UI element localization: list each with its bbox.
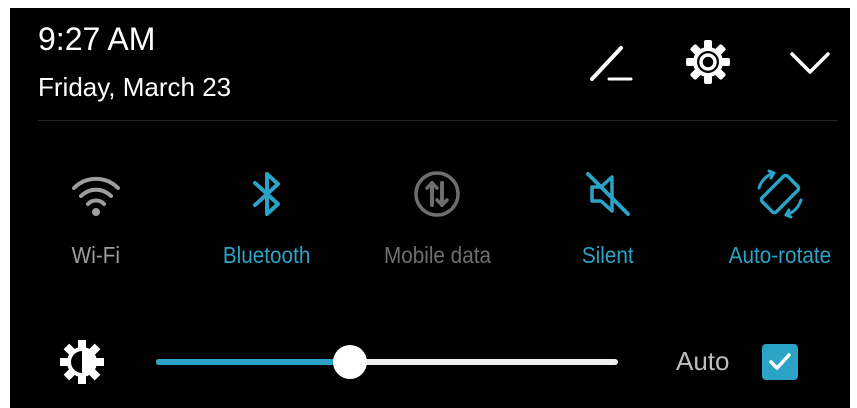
tile-bluetooth[interactable]: Bluetooth xyxy=(202,166,332,286)
tile-silent[interactable]: Silent xyxy=(558,166,658,286)
collapse-button[interactable] xyxy=(784,36,836,88)
silent-icon xyxy=(580,166,636,222)
checkmark-icon xyxy=(769,353,791,370)
settings-button[interactable] xyxy=(682,36,734,88)
pencil-edit-icon xyxy=(590,46,633,81)
brightness-slider-fill xyxy=(156,359,351,365)
mobile-data-icon xyxy=(409,166,465,222)
tile-label: Wi-Fi xyxy=(71,242,121,268)
tile-label: Silent xyxy=(582,242,634,268)
tile-auto-rotate[interactable]: Auto-rotate xyxy=(715,166,845,286)
tile-wifi[interactable]: Wi-Fi xyxy=(36,166,156,286)
tile-label: Mobile data xyxy=(383,242,491,268)
auto-brightness-label: Auto xyxy=(676,346,730,376)
bluetooth-icon xyxy=(239,166,295,222)
brightness-slider[interactable] xyxy=(156,345,618,379)
auto-brightness-checkbox[interactable] xyxy=(762,344,798,380)
edit-button[interactable] xyxy=(584,36,636,88)
notification-shade: 9:27 AM Friday, March 23 Wi-Fi Bluetooth… xyxy=(10,8,850,408)
header-divider xyxy=(38,120,838,121)
brightness-row: Auto xyxy=(10,330,850,394)
brightness-icon xyxy=(60,340,104,384)
gear-icon xyxy=(686,40,730,84)
brightness-slider-thumb[interactable] xyxy=(333,345,368,379)
tile-label: Auto-rotate xyxy=(728,242,832,268)
current-date: Friday, March 23 xyxy=(38,72,232,102)
tile-label: Bluetooth xyxy=(223,242,311,268)
clock-time: 9:27 AM xyxy=(38,21,156,57)
wifi-icon xyxy=(68,166,124,222)
chevron-down-icon xyxy=(790,52,830,74)
tile-mobile-data[interactable]: Mobile data xyxy=(362,166,512,286)
auto-rotate-icon xyxy=(752,166,808,222)
